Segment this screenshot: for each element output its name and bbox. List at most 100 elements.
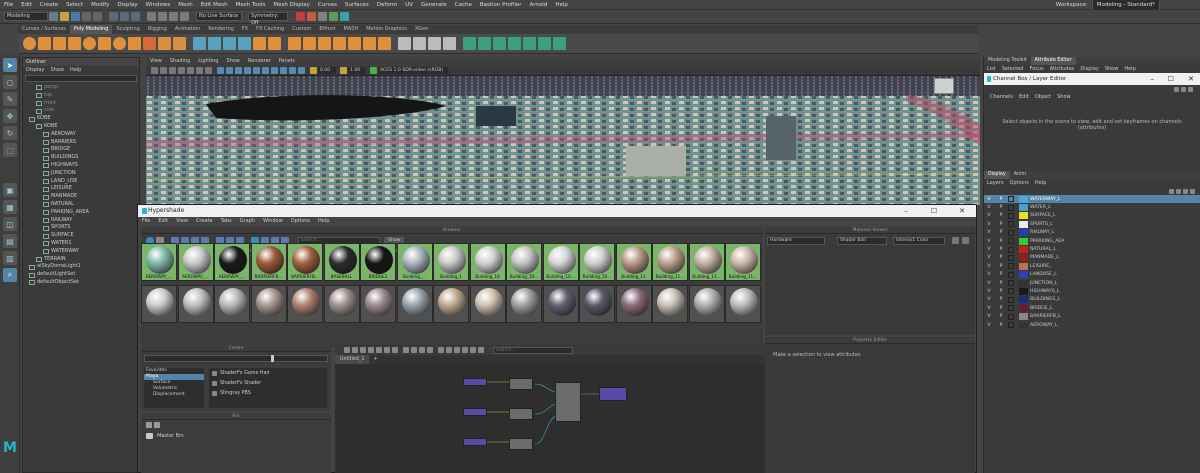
viewport-menu-renderer[interactable]: Renderer	[244, 57, 275, 66]
cb-menu-show[interactable]: Show	[1057, 93, 1071, 101]
material-swatch[interactable]	[360, 285, 396, 323]
shelf-tab-animation[interactable]: Animation	[171, 25, 205, 34]
layer-visibility-toggle[interactable]: V	[984, 205, 994, 210]
layer-color-swatch[interactable]	[1019, 229, 1028, 237]
graph-node-shading-group[interactable]	[599, 387, 627, 401]
layer-display-type-toggle[interactable]	[1008, 204, 1014, 211]
graph-node-file-1[interactable]	[463, 378, 487, 386]
graph-frame-selected-icon[interactable]	[376, 347, 382, 353]
menu-modify[interactable]: Modify	[87, 0, 113, 10]
fill-hole-icon[interactable]	[348, 37, 361, 50]
material-swatch[interactable]: AEROWAY_...	[214, 243, 250, 281]
layer-color-swatch[interactable]	[1019, 321, 1028, 329]
outliner-item[interactable]: JUNCTION	[25, 170, 139, 178]
cylindrical-map-icon[interactable]	[493, 37, 506, 50]
layer-new-selected-icon[interactable]	[1190, 188, 1195, 194]
layer-color-swatch[interactable]	[1019, 313, 1028, 321]
hs-menu-graph[interactable]: Graph	[236, 217, 259, 226]
layer-visibility-toggle[interactable]: V	[984, 230, 994, 235]
exposure-field[interactable]: 0.00	[318, 67, 336, 74]
outliner-item[interactable]: SPORTS	[25, 224, 139, 232]
create-search[interactable]	[144, 355, 328, 362]
shelf-tab-sculpting[interactable]: Sculpting	[112, 25, 143, 34]
outliner-item[interactable]: defaultObjectSet	[25, 279, 139, 287]
layer-visibility-toggle[interactable]: V	[984, 213, 994, 218]
dof-icon[interactable]	[298, 67, 305, 74]
gamma-field[interactable]: 1.00	[348, 67, 366, 74]
layer-color-swatch[interactable]	[1019, 220, 1028, 228]
cb-menu-object[interactable]: Object	[1035, 93, 1051, 101]
ae-menu-show[interactable]: Show	[1105, 65, 1119, 73]
layer-color-swatch[interactable]	[1019, 271, 1028, 279]
outliner-item[interactable]: side	[25, 107, 139, 115]
poly-cone-icon[interactable]	[68, 37, 81, 50]
material-swatch[interactable]	[141, 285, 177, 323]
layer-display-type-toggle[interactable]	[1008, 246, 1014, 253]
ae-menu-selected[interactable]: Selected	[1002, 65, 1024, 73]
material-swatch[interactable]: Building_11...	[652, 243, 688, 281]
persp-graph-icon[interactable]: ▥	[3, 251, 17, 265]
live-surface-field[interactable]: No Live Surface	[196, 12, 242, 21]
layer-visibility-toggle[interactable]: V	[984, 264, 994, 269]
snap-curve-icon[interactable]	[158, 12, 167, 21]
redo-icon[interactable]	[93, 12, 102, 21]
menu-uv[interactable]: UV	[401, 0, 417, 10]
ipr-render-icon[interactable]	[307, 12, 316, 21]
new-scene-icon[interactable]	[49, 12, 58, 21]
material-swatch[interactable]: BRIDGE1	[360, 243, 396, 281]
aa-icon[interactable]	[280, 67, 287, 74]
create-node-shaderfx-shader[interactable]: ShaderFx Shader	[209, 378, 327, 388]
menu-edit-mesh[interactable]: Edit Mesh	[197, 0, 232, 10]
layer-display-type-toggle[interactable]	[1008, 296, 1014, 303]
material-swatch[interactable]	[214, 285, 250, 323]
smooth-icon[interactable]	[223, 37, 236, 50]
open-scene-icon[interactable]	[60, 12, 69, 21]
create-node-shaderfx-hair[interactable]: ShaderFx Game Hair	[209, 368, 327, 378]
material-swatch[interactable]	[542, 285, 579, 323]
layer-menu-help[interactable]: Help	[1035, 179, 1046, 187]
layer-visibility-toggle[interactable]: V	[984, 255, 994, 260]
display-layer-row[interactable]: V P WATERWAY_L	[984, 195, 1200, 204]
viewport-menu-shading[interactable]: Shading	[166, 57, 194, 66]
outliner-layout-icon[interactable]: ▤	[3, 234, 17, 248]
layer-color-swatch[interactable]	[1019, 296, 1028, 304]
material-swatch[interactable]	[177, 285, 214, 323]
layer-display-type-toggle[interactable]	[1008, 238, 1014, 245]
outliner-item[interactable]: top	[25, 92, 139, 100]
graph-input-output-icon[interactable]	[344, 347, 350, 353]
graph-clear-icon[interactable]	[384, 347, 390, 353]
layer-visibility-toggle[interactable]: V	[984, 272, 994, 277]
graph-frame-all-icon[interactable]	[368, 347, 374, 353]
display-layer-row[interactable]: V P HIGHWAYS_L	[984, 287, 1200, 295]
shelf-tab-xgen[interactable]: XGen	[411, 25, 433, 34]
arnold-render-icon[interactable]	[340, 12, 349, 21]
bookmark-icon[interactable]	[169, 67, 176, 74]
layer-display-type-toggle[interactable]	[1008, 322, 1014, 329]
color-management-icon[interactable]	[370, 67, 377, 74]
extrude-icon[interactable]	[288, 37, 301, 50]
menu-mesh-display[interactable]: Mesh Display	[269, 0, 314, 10]
resolution-gate-icon[interactable]	[205, 67, 212, 74]
shelf-tab-mash[interactable]: MASH	[340, 25, 363, 34]
layer-move-up-icon[interactable]	[1169, 188, 1174, 194]
menu-arnold[interactable]: Arnold	[526, 0, 552, 10]
outliner-item[interactable]: KOBE	[25, 115, 139, 123]
menu-help[interactable]: Help	[551, 0, 572, 10]
material-swatch[interactable]: Building_11	[615, 243, 652, 281]
graph-node-file-2[interactable]	[463, 408, 487, 416]
xray-icon[interactable]	[262, 67, 269, 74]
cb-toggle-channels-icon[interactable]	[1174, 86, 1179, 92]
graph-bookmark-icon[interactable]	[478, 347, 484, 353]
renderer-select[interactable]: Hardware	[767, 237, 825, 245]
graph-tab-add[interactable]: +	[369, 355, 381, 364]
layer-display-type-toggle[interactable]	[1008, 221, 1014, 228]
bin-add-icon[interactable]	[146, 422, 152, 428]
render-settings-icon[interactable]	[318, 12, 327, 21]
material-swatch[interactable]: Building_11...	[688, 243, 725, 281]
menu-mesh[interactable]: Mesh	[174, 0, 196, 10]
shelf-tab-fx[interactable]: FX	[238, 25, 252, 34]
save-scene-icon[interactable]	[71, 12, 80, 21]
graph-custom-icon[interactable]	[427, 347, 433, 353]
shader-ball-select[interactable]: Shader Ball	[837, 237, 887, 245]
layer-display-type-toggle[interactable]	[1008, 305, 1014, 312]
